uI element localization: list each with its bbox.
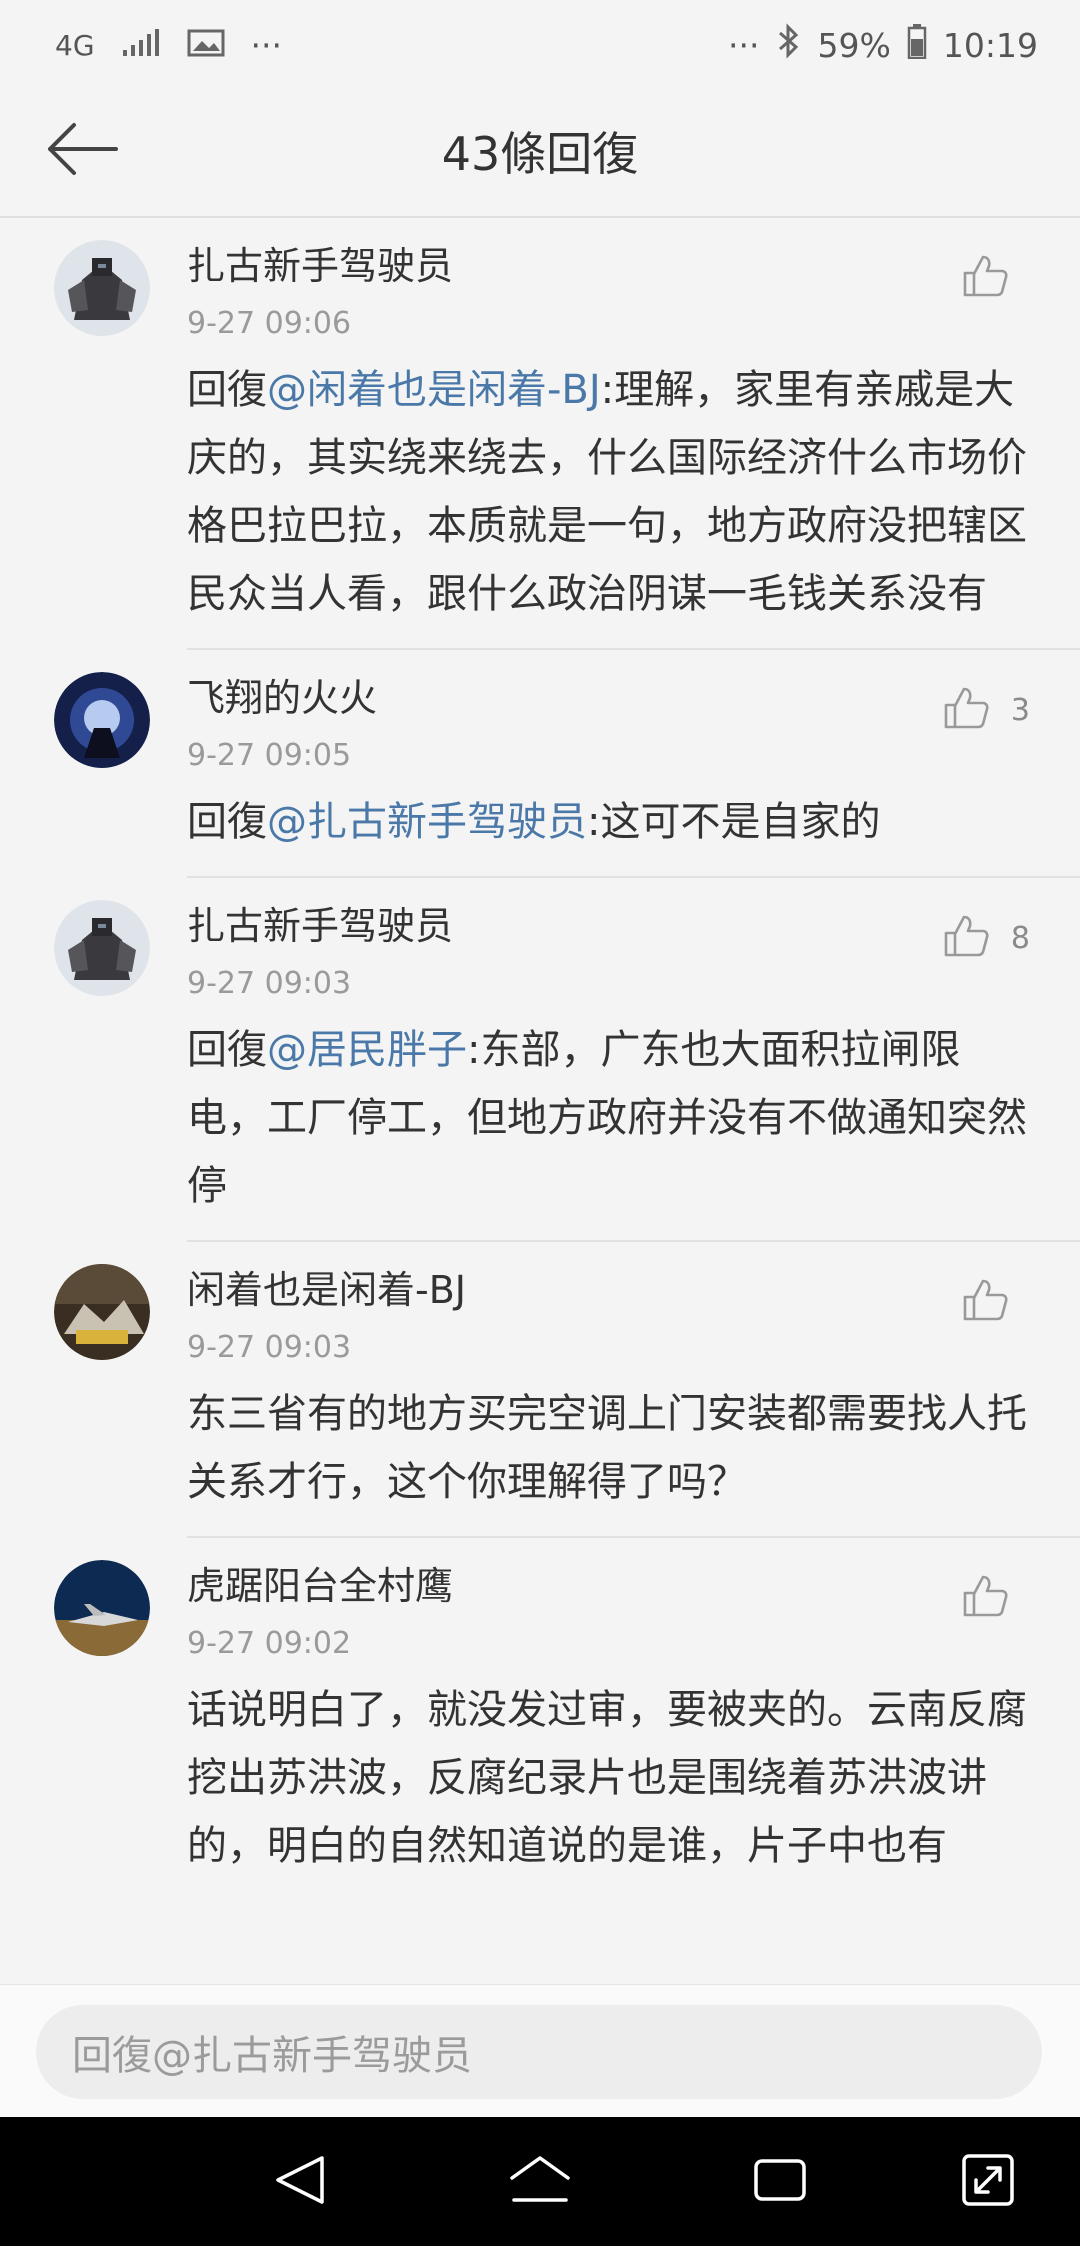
status-left: 4G ··· (55, 22, 282, 68)
like-button[interactable]: 3 (943, 686, 1030, 734)
comment-item[interactable]: 闲着也是闲着-BJ 9-27 09:03 东三省有的地方买完空调上门安装都需要找… (0, 1242, 1080, 1536)
avatar[interactable] (54, 1560, 150, 1656)
comment-content: :这可不是自家的 (587, 799, 881, 845)
reply-prefix: 回復 (187, 799, 267, 845)
like-button[interactable]: 8 (943, 914, 1030, 962)
comment-item[interactable]: 虎踞阳台全村鹰 9-27 09:02 话说明白了，就没发过审，要被夹的。云南反腐… (0, 1538, 1080, 1900)
comment-content: 话说明白了，就没发过审，要被夹的。云南反腐挖出苏洪波，反腐纪录片也是围绕着苏洪波… (187, 1687, 1027, 1869)
comment-text: 话说明白了，就没发过审，要被夹的。云南反腐挖出苏洪波，反腐纪录片也是围绕着苏洪波… (187, 1676, 1030, 1880)
comment-text: 回復@扎古新手驾驶员:这可不是自家的 (187, 788, 1030, 856)
bluetooth-icon (776, 23, 802, 67)
like-count: 8 (1010, 920, 1030, 956)
reply-bar: 回復@扎古新手驾驶员 (0, 1984, 1080, 2118)
comment-item[interactable]: 扎古新手驾驶员 9-27 09:06 回復@闲着也是闲着-BJ:理解，家里有亲戚… (0, 218, 1080, 648)
reply-prefix: 回復 (187, 367, 267, 413)
comment-item[interactable]: 3 飞翔的火火 9-27 09:05 回復@扎古新手驾驶员:这可不是自家的 (0, 650, 1080, 876)
nav-expand-button[interactable] (953, 2147, 1023, 2217)
username[interactable]: 飞翔的火火 (187, 672, 1030, 724)
reply-placeholder: 回復@扎古新手驾驶员 (72, 2033, 472, 2079)
timestamp: 9-27 09:05 (187, 738, 352, 773)
like-button[interactable] (962, 1574, 1030, 1622)
timestamp: 9-27 09:03 (187, 1330, 352, 1365)
comment-body: 闲着也是闲着-BJ 9-27 09:03 东三省有的地方买完空调上门安装都需要找… (187, 1264, 1030, 1516)
page-title: 43條回復 (441, 127, 639, 181)
timestamp: 9-27 09:03 (187, 966, 352, 1001)
thumbs-up-icon (943, 914, 989, 962)
status-bar: 4G ··· ··· 59% 10:19 (0, 0, 1080, 90)
avatar[interactable] (54, 240, 150, 336)
thumbs-up-icon (962, 1574, 1008, 1622)
status-more: ··· (728, 25, 760, 65)
nav-recent-button[interactable] (745, 2147, 815, 2217)
reply-prefix: 回復 (187, 1027, 267, 1073)
comment-content: 东三省有的地方买完空调上门安装都需要找人托关系才行，这个你理解得了吗？ (187, 1391, 1027, 1505)
notifications-more: ··· (250, 25, 282, 65)
like-button[interactable] (962, 1278, 1030, 1326)
comment-text: 东三省有的地方买完空调上门安装都需要找人托关系才行，这个你理解得了吗？ (187, 1380, 1030, 1516)
status-right: ··· 59% 10:19 (728, 22, 1038, 68)
battery-percent: 59% (817, 25, 891, 65)
username[interactable]: 扎古新手驾驶员 (187, 240, 1030, 292)
comment-text: 回復@居民胖子:东部，广东也大面积拉闸限电，工厂停工，但地方政府并没有不做通知突… (187, 1016, 1030, 1220)
timestamp: 9-27 09:06 (187, 306, 352, 341)
nav-home-icon (508, 2152, 572, 2212)
system-nav-bar (0, 2117, 1080, 2246)
nav-home-button[interactable] (505, 2147, 575, 2217)
comment-text: 回復@闲着也是闲着-BJ:理解，家里有亲戚是大庆的，其实绕来绕去，什么国际经济什… (187, 356, 1030, 628)
nav-recent-icon (750, 2155, 810, 2209)
thumbs-up-icon (943, 686, 989, 734)
image-icon (187, 28, 225, 62)
avatar[interactable] (54, 1264, 150, 1360)
username[interactable]: 扎古新手驾驶员 (187, 900, 1030, 952)
comment-item[interactable]: 8 扎古新手驾驶员 9-27 09:03 回復@居民胖子:东部，广东也大面积拉闸… (0, 878, 1080, 1240)
nav-back-icon (270, 2150, 330, 2214)
username[interactable]: 闲着也是闲着-BJ (187, 1264, 1030, 1316)
mention-link[interactable]: @闲着也是闲着-BJ (267, 367, 601, 413)
nav-expand-icon (958, 2150, 1018, 2214)
battery-icon (907, 23, 927, 67)
thumbs-up-icon (962, 1278, 1008, 1326)
comment-body: 扎古新手驾驶员 9-27 09:06 回復@闲着也是闲着-BJ:理解，家里有亲戚… (187, 240, 1030, 628)
comment-body: 飞翔的火火 9-27 09:05 回復@扎古新手驾驶员:这可不是自家的 (187, 672, 1030, 856)
mention-link[interactable]: @扎古新手驾驶员 (267, 799, 587, 845)
network-indicator: 4G (55, 28, 95, 62)
avatar[interactable] (54, 672, 150, 768)
comment-list[interactable]: 扎古新手驾驶员 9-27 09:06 回復@闲着也是闲着-BJ:理解，家里有亲戚… (0, 218, 1080, 1984)
timestamp: 9-27 09:02 (187, 1626, 352, 1661)
comment-body: 虎踞阳台全村鹰 9-27 09:02 话说明白了，就没发过审，要被夹的。云南反腐… (187, 1560, 1030, 1880)
like-button[interactable] (962, 254, 1030, 302)
avatar[interactable] (54, 900, 150, 996)
mention-link[interactable]: @居民胖子 (267, 1027, 467, 1073)
nav-back-button[interactable] (265, 2147, 335, 2217)
username[interactable]: 虎踞阳台全村鹰 (187, 1560, 1030, 1612)
header: 43條回復 (0, 90, 1080, 218)
like-count: 3 (1010, 692, 1030, 728)
reply-input[interactable]: 回復@扎古新手驾驶员 (36, 2005, 1042, 2099)
comment-body: 扎古新手驾驶员 9-27 09:03 回復@居民胖子:东部，广东也大面积拉闸限电… (187, 900, 1030, 1220)
thumbs-up-icon (962, 254, 1008, 302)
signal-icon (121, 28, 161, 62)
clock: 10:19 (942, 25, 1038, 65)
